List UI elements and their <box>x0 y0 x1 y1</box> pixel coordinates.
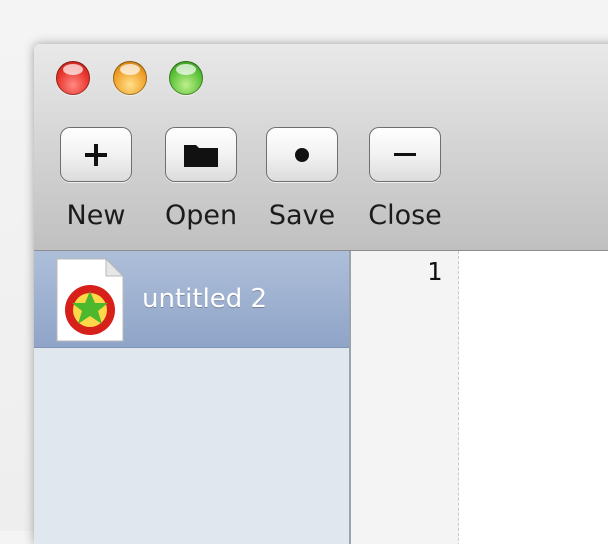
open-tool[interactable]: Open <box>164 127 238 231</box>
text-editor-area[interactable] <box>459 251 608 544</box>
new-button[interactable] <box>60 127 132 182</box>
close-label: Close <box>368 200 442 231</box>
zoom-window-button[interactable] <box>169 61 203 95</box>
line-number: 1 <box>426 257 442 286</box>
document-icon <box>56 258 124 342</box>
toolbar: New Open Save Close <box>34 44 608 251</box>
close-window-button[interactable] <box>56 61 90 95</box>
new-label: New <box>66 200 126 231</box>
open-label: Open <box>164 200 238 231</box>
minus-icon <box>394 152 416 156</box>
save-label: Save <box>268 200 336 231</box>
open-button[interactable] <box>165 127 237 182</box>
document-name: untitled 2 <box>142 284 268 314</box>
save-button[interactable] <box>266 127 338 182</box>
dot-icon <box>295 147 309 162</box>
close-tool[interactable]: Close <box>368 127 442 231</box>
document-sidebar: untitled 2 <box>34 251 351 544</box>
line-number-gutter: 1 <box>351 251 459 544</box>
sidebar-item-untitled-2[interactable]: untitled 2 <box>34 251 349 348</box>
new-tool[interactable]: New <box>59 127 133 231</box>
save-tool[interactable]: Save <box>265 127 339 231</box>
minimize-window-button[interactable] <box>113 61 147 95</box>
plus-icon <box>85 143 107 166</box>
close-button[interactable] <box>369 127 441 182</box>
app-window: New Open Save Close untitled 2 1 <box>34 44 608 544</box>
folder-icon <box>184 144 218 167</box>
